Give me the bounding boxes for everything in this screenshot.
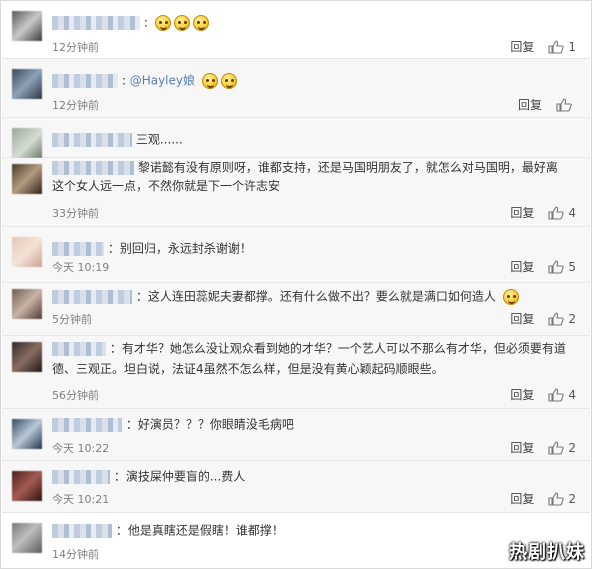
- thumbs-up-icon: [556, 97, 572, 112]
- like-count: 2: [568, 491, 576, 506]
- comment-text: ：演技屎仲要盲的...费人: [113, 469, 246, 484]
- username[interactable]: [52, 15, 140, 30]
- comment-item: : 12分钟前 回复 1: [2, 1, 590, 59]
- avatar[interactable]: [12, 164, 42, 194]
- comment-text: ：好演员？？？你眼睛没毛病吧: [125, 417, 294, 432]
- watermark: 热剧扒妹: [509, 542, 585, 563]
- reply-button[interactable]: 回复: [510, 386, 534, 403]
- avatar[interactable]: [12, 342, 42, 372]
- like-count: 2: [568, 311, 576, 326]
- like-button[interactable]: 4: [548, 206, 576, 220]
- timestamp: 今天 10:19: [52, 261, 110, 274]
- timestamp: 今天 10:21: [52, 493, 110, 506]
- comment-item: : @Hayley娘 12分钟前 回复: [2, 59, 590, 118]
- reply-button[interactable]: 回复: [510, 38, 534, 55]
- comment-text: ：这人连田蕊妮夫妻都撑。还有什么做不出？要么就是满口如何造人: [135, 289, 496, 304]
- like-count: 5: [568, 259, 576, 274]
- comment-text: :: [143, 15, 148, 30]
- comment-item: ：别回归，永远封杀谢谢！ 今天 10:19 回复 5: [2, 227, 590, 283]
- emoji-icon: [192, 14, 209, 31]
- like-button[interactable]: 1: [548, 40, 576, 54]
- timestamp: 14分钟前: [52, 548, 99, 561]
- like-button[interactable]: 2: [548, 492, 576, 506]
- avatar[interactable]: [12, 471, 42, 501]
- like-button[interactable]: 5: [548, 260, 576, 274]
- username[interactable]: [52, 132, 132, 147]
- timestamp: 12分钟前: [52, 41, 99, 54]
- timestamp: 今天 10:22: [52, 442, 110, 455]
- thumbs-up-icon: [548, 205, 565, 220]
- comment-text-cont: 这个女人远一点，不然你就是下一个许志安: [52, 179, 281, 193]
- reply-button[interactable]: 回复: [510, 439, 534, 456]
- avatar[interactable]: [12, 69, 42, 99]
- timestamp: 5分钟前: [52, 313, 92, 326]
- like-button[interactable]: 2: [548, 312, 576, 326]
- timestamp: 56分钟前: [52, 389, 99, 402]
- like-count: 4: [568, 387, 576, 402]
- username[interactable]: [52, 241, 104, 256]
- like-button[interactable]: 4: [548, 388, 576, 402]
- thumbs-up-icon: [548, 311, 565, 326]
- mention-link[interactable]: @Hayley娘: [130, 74, 195, 88]
- smile-emoji-icon: [502, 288, 519, 305]
- avatar[interactable]: [12, 289, 42, 319]
- comment-text: 三观......: [135, 132, 183, 147]
- username[interactable]: [52, 523, 112, 538]
- comment-list: : 12分钟前 回复 1 : @Hayley娘 12分钟前 回复 三观.....…: [0, 0, 592, 569]
- thumbs-up-icon: [548, 387, 565, 402]
- reply-button[interactable]: 回复: [510, 258, 534, 275]
- like-button[interactable]: [556, 97, 576, 112]
- avatar[interactable]: [12, 523, 42, 553]
- avatar[interactable]: [12, 11, 42, 41]
- comment-item: ：演技屎仲要盲的...费人 今天 10:21 回复 2: [2, 461, 590, 513]
- like-count: 4: [568, 205, 576, 220]
- comment-text: 黎诺懿有没有原则呀，谁都支持，还是马国明朋友了，就怎么对马国明，最好离: [137, 160, 558, 175]
- timestamp: 12分钟前: [52, 99, 99, 112]
- emoji-icon: [201, 72, 218, 89]
- emoji-icon: [154, 14, 171, 31]
- username[interactable]: [52, 160, 134, 175]
- emoji-icon: [173, 14, 190, 31]
- avatar[interactable]: [12, 419, 42, 449]
- comment-text: ：有才华？她怎么没让观众看到她的才华？一个艺人可以不那么有才华，但必须要有道: [109, 341, 566, 356]
- comment-text-cont: 德、三观正。坦白说，法证4虽然不怎么样，但是没有黄心颖起码顺眼些。: [52, 362, 444, 376]
- like-count: 1: [568, 39, 576, 54]
- comment-text: ：他是真瞎还是假瞎！谁都撑！: [115, 523, 284, 538]
- username[interactable]: [52, 341, 106, 356]
- avatar[interactable]: [12, 128, 42, 158]
- username[interactable]: [52, 469, 110, 484]
- thumbs-up-icon: [548, 39, 565, 54]
- timestamp: 33分钟前: [52, 207, 99, 220]
- thumbs-up-icon: [548, 259, 565, 274]
- comment-item: ：有才华？她怎么没让观众看到她的才华？一个艺人可以不那么有才华，但必须要有道 德…: [2, 336, 590, 409]
- comment-item: 三观......: [2, 118, 590, 158]
- thumbs-up-icon: [548, 491, 565, 506]
- like-button[interactable]: 2: [548, 441, 576, 455]
- username[interactable]: [52, 417, 122, 432]
- thumbs-up-icon: [548, 440, 565, 455]
- username[interactable]: [52, 289, 132, 304]
- comment-item: 黎诺懿有没有原则呀，谁都支持，还是马国明朋友了，就怎么对马国明，最好离 这个女人…: [2, 158, 590, 227]
- comment-item: ：好演员？？？你眼睛没毛病吧 今天 10:22 回复 2: [2, 409, 590, 461]
- reply-button[interactable]: 回复: [510, 310, 534, 327]
- like-count: 2: [568, 440, 576, 455]
- reply-button[interactable]: 回复: [510, 490, 534, 507]
- comment-text: :: [121, 73, 126, 88]
- comment-item: ：他是真瞎还是假瞎！谁都撑！ 14分钟前: [2, 513, 590, 568]
- reply-button[interactable]: 回复: [510, 204, 534, 221]
- comment-item: ：这人连田蕊妮夫妻都撑。还有什么做不出？要么就是满口如何造人 5分钟前 回复 2: [2, 283, 590, 336]
- emoji-icon: [220, 72, 237, 89]
- avatar[interactable]: [12, 237, 42, 267]
- reply-button[interactable]: 回复: [518, 96, 542, 113]
- username[interactable]: [52, 73, 118, 88]
- comment-text: ：别回归，永远封杀谢谢！: [107, 241, 252, 256]
